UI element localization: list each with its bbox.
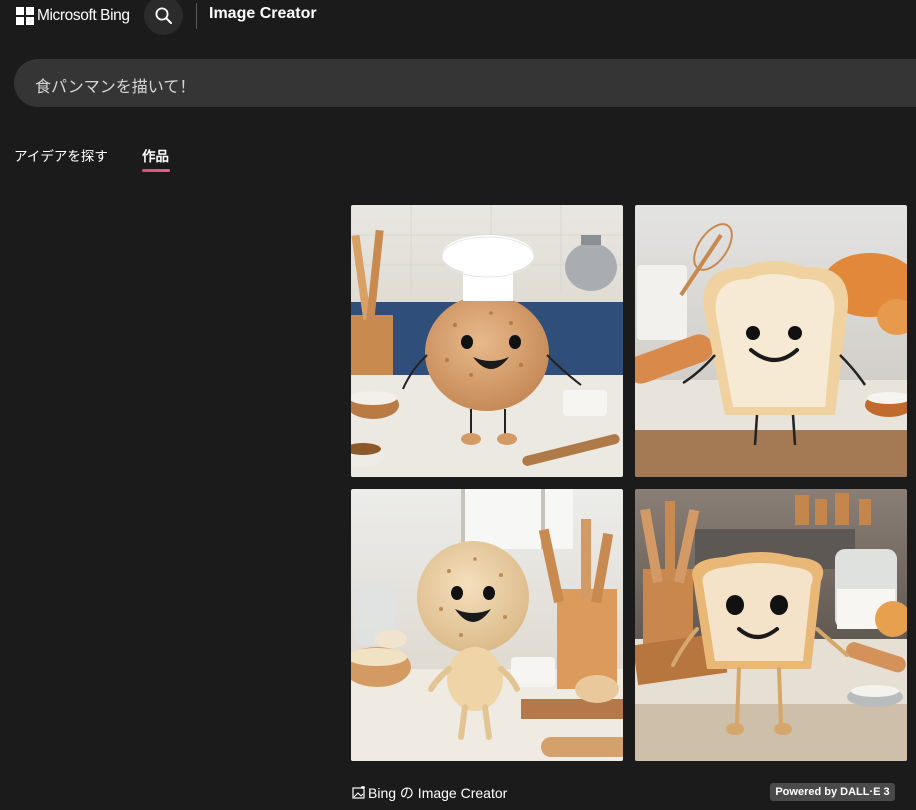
brand-name: Microsoft Bing: [37, 7, 130, 24]
dalle-badge: Powered by DALL·E 3: [770, 783, 895, 801]
tab-explore-ideas[interactable]: アイデアを探す: [14, 145, 108, 165]
app-title[interactable]: Image Creator: [209, 5, 317, 23]
windows-logo-icon: [16, 7, 34, 25]
top-bar: Microsoft Bing Image Creator: [0, 0, 916, 35]
header-divider: [196, 3, 197, 29]
tab-creations[interactable]: 作品: [142, 145, 169, 165]
image-icon: [352, 786, 365, 799]
prompt-text[interactable]: 食パンマンを描いて！: [35, 73, 195, 97]
result-image-4[interactable]: [635, 489, 907, 761]
active-tab-indicator: [142, 169, 170, 172]
credit-text: Bing の Image Creator: [368, 785, 508, 801]
result-image-1[interactable]: [351, 205, 623, 477]
image-creator-credit[interactable]: Bing の Image Creator: [352, 783, 507, 803]
bing-logo[interactable]: Microsoft Bing: [16, 6, 130, 26]
search-icon: [155, 7, 172, 24]
result-image-2[interactable]: [635, 205, 907, 477]
search-button[interactable]: [144, 0, 183, 35]
result-image-3[interactable]: [351, 489, 623, 761]
prompt-input[interactable]: 食パンマンを描いて！: [14, 59, 916, 107]
